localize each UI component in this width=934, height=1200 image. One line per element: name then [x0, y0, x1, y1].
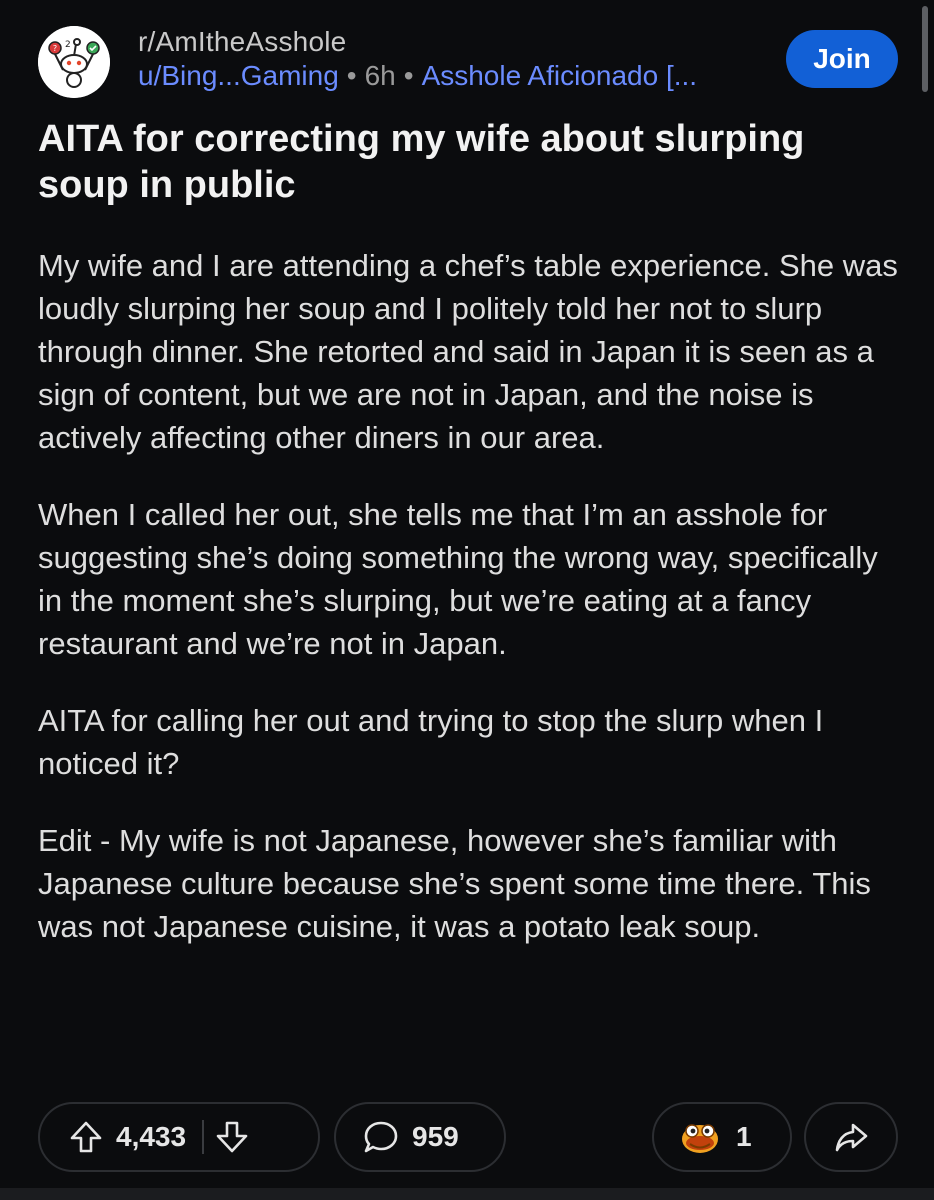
- award-count: 1: [736, 1121, 752, 1152]
- post-paragraph: Edit - My wife is not Japanese, however …: [38, 823, 871, 944]
- speech-bubble-icon: [364, 1121, 398, 1153]
- post-body: My wife and I are attending a chef’s tab…: [38, 244, 908, 982]
- comment-icon-wrap: [362, 1118, 400, 1156]
- meta-separator: •: [403, 60, 414, 91]
- upvote-button[interactable]: [68, 1119, 104, 1155]
- arrow-up-icon: [70, 1121, 102, 1153]
- snoo-avatar-icon: ? 2: [38, 26, 110, 98]
- author-link[interactable]: u/Bing...Gaming: [138, 60, 339, 91]
- comment-count: 959: [412, 1121, 459, 1152]
- post-paragraph: AITA for calling her out and trying to s…: [38, 703, 824, 781]
- post-action-bar: 4,433 959 1: [38, 1102, 898, 1172]
- svg-text:2: 2: [65, 40, 71, 50]
- post-header: ? 2 r/AmItheAsshole u/Bing...Gaming • 6h • A…: [38, 26, 918, 106]
- svg-text:?: ?: [53, 44, 57, 53]
- share-arrow-icon: [835, 1123, 868, 1152]
- vote-divider: [202, 1120, 205, 1154]
- share-button[interactable]: [804, 1102, 898, 1172]
- upvote-count: 4,433: [116, 1121, 187, 1152]
- subreddit-avatar[interactable]: ? 2: [38, 26, 110, 98]
- comments-button[interactable]: 959: [334, 1102, 506, 1172]
- scrollbar[interactable]: [922, 6, 928, 92]
- award-icon: [682, 1124, 718, 1153]
- post-paragraph: My wife and I are attending a chef’s tab…: [38, 248, 898, 455]
- post-title[interactable]: AITA for correcting my wife about slurpi…: [38, 116, 898, 208]
- post-paragraph: When I called her out, she tells me that…: [38, 497, 878, 661]
- meta-separator: •: [346, 60, 357, 91]
- award-button[interactable]: 1: [652, 1102, 792, 1172]
- user-flair[interactable]: Asshole Aficionado [...: [422, 60, 698, 91]
- vote-control: 4,433: [38, 1102, 320, 1172]
- arrow-down-icon: [216, 1121, 248, 1153]
- join-button[interactable]: Join: [786, 30, 898, 88]
- subreddit-name[interactable]: r/AmItheAsshole: [138, 26, 346, 58]
- award-icon-wrap: [678, 1117, 722, 1157]
- downvote-button[interactable]: [214, 1119, 250, 1155]
- post-time: 6h: [364, 60, 396, 91]
- post-meta: u/Bing...Gaming • 6h • Asshole Aficionado [.…: [138, 60, 697, 92]
- bottom-edge: [0, 1188, 934, 1200]
